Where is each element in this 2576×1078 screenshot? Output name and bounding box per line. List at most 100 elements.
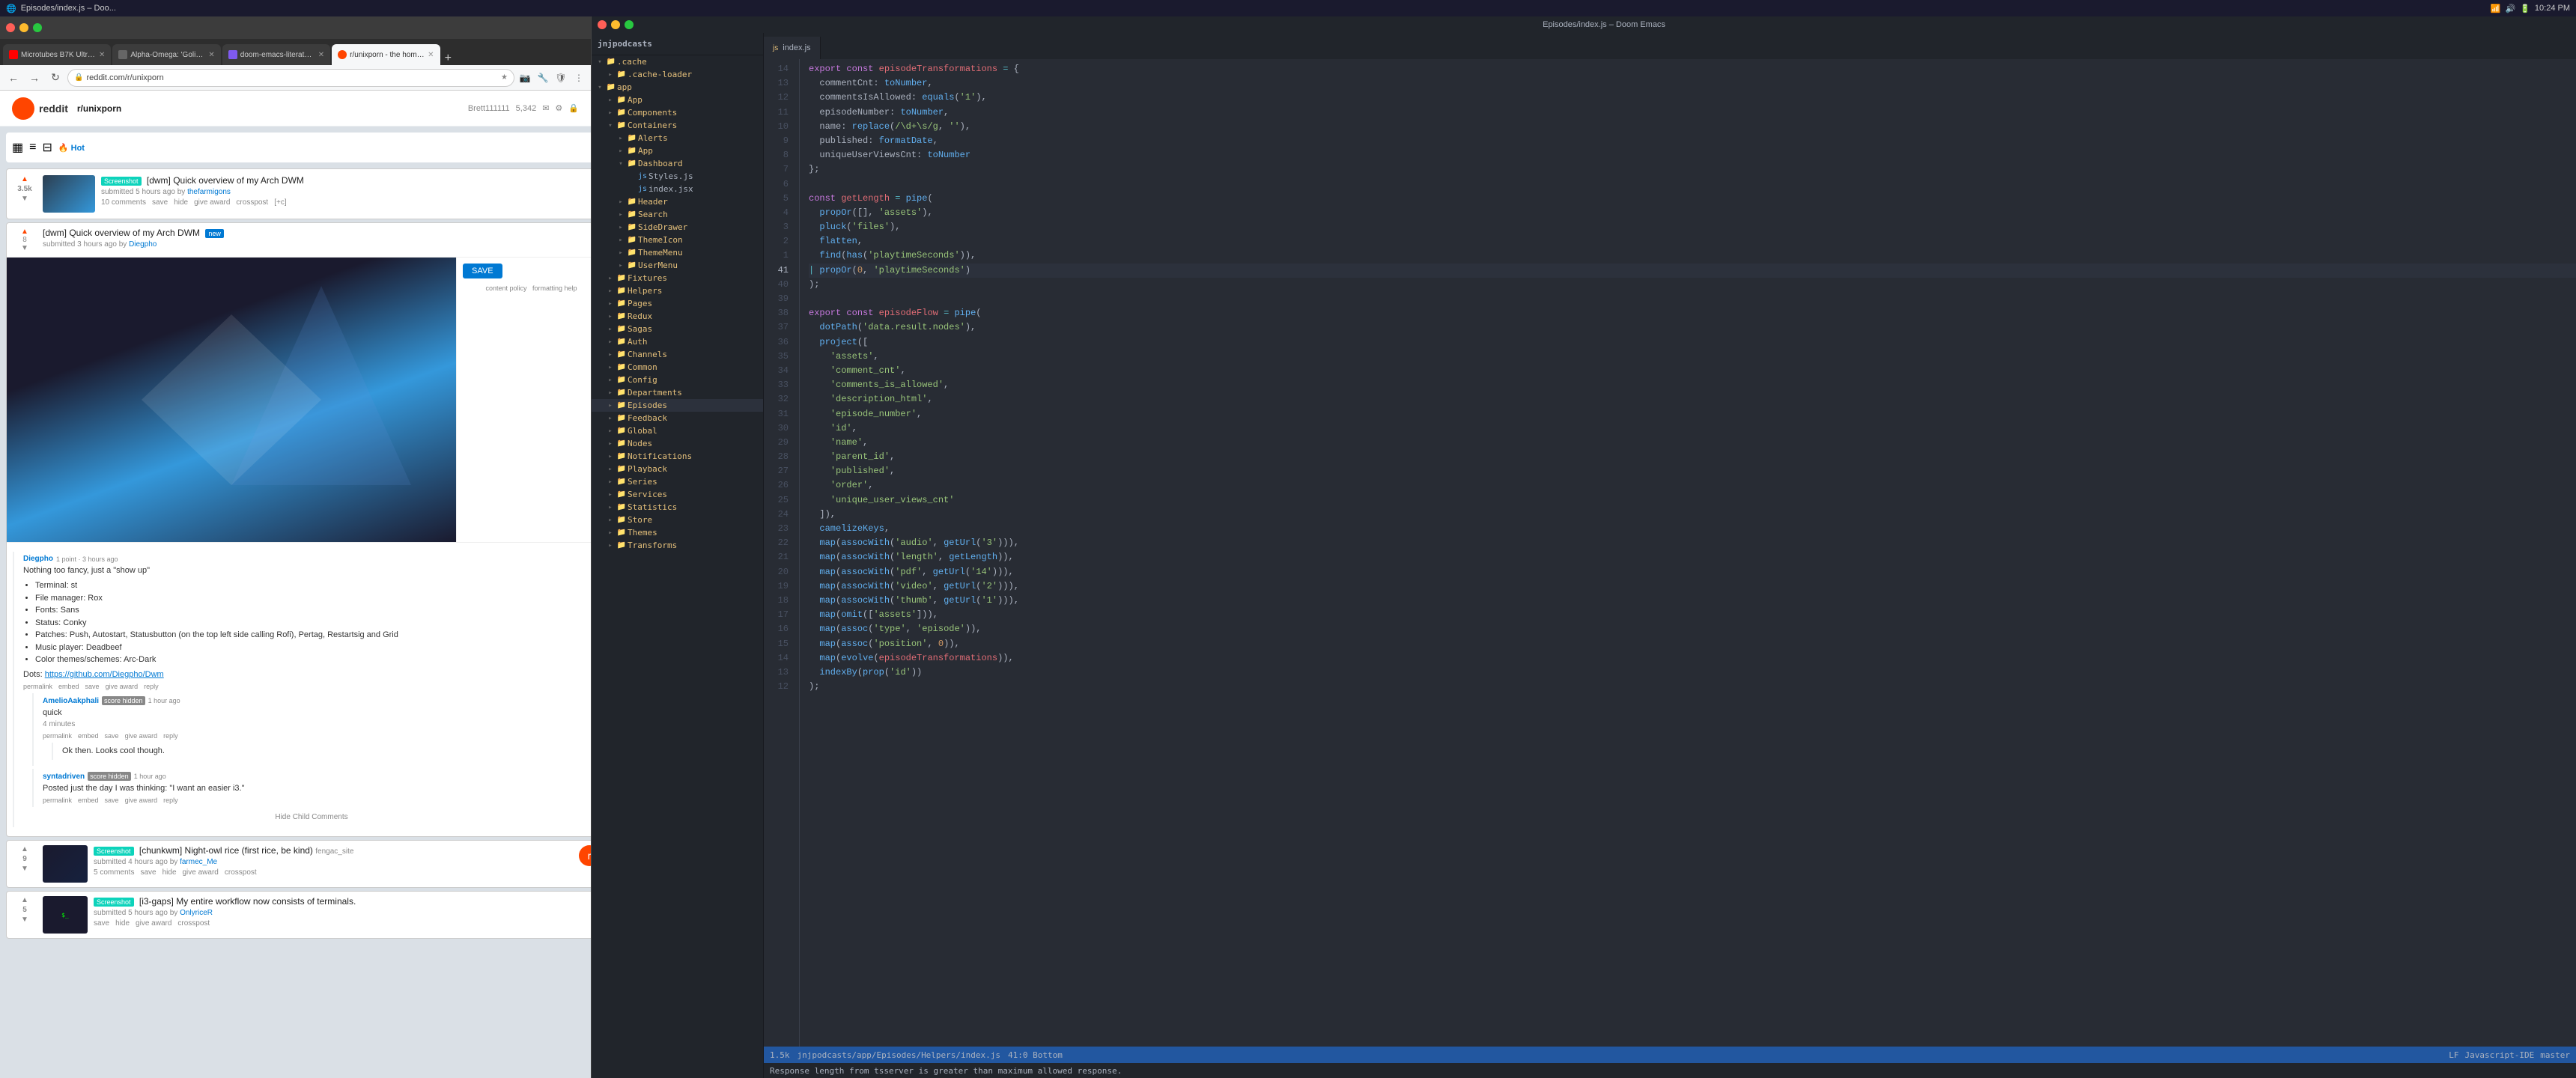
code-content[interactable]: 14 13 12 11 10 9 8 7 6 5 4 3 2 1 [764, 59, 2576, 1047]
tree-item-playback[interactable]: ▸ 📁 Playback [592, 463, 763, 475]
tree-item-notifications[interactable]: ▸ 📁 Notifications [592, 450, 763, 463]
view-card-icon[interactable]: ▦ [12, 140, 23, 155]
tab-alpha-omega[interactable]: Alpha-Omega: 'Goliatt... ✕ [112, 44, 220, 65]
address-bar[interactable]: 🔒 reddit.com/r/unixporn ★ [67, 69, 514, 87]
emacs-minimize-button[interactable] [611, 20, 620, 29]
extension-icon-3[interactable]: 🛡 [553, 70, 568, 85]
comment-author-diegpho[interactable]: Diegpho [23, 555, 53, 563]
back-button[interactable]: ← [4, 69, 22, 87]
expanded-collapse-icon[interactable]: ⤢ [590, 228, 591, 252]
extension-icon-2[interactable]: 🔧 [535, 70, 550, 85]
tree-item-thememenu[interactable]: ▸ 📁 ThemeMenu [592, 246, 763, 259]
settings-icon[interactable]: ⋮ [571, 70, 586, 85]
save-action-diegpho[interactable]: save [85, 683, 100, 690]
save-night-owl[interactable]: save [140, 868, 156, 877]
tree-item-themes[interactable]: ▸ 📁 Themes [592, 526, 763, 539]
comment-author-syntadriven[interactable]: syntadriven [43, 773, 85, 781]
tree-item-common[interactable]: ▸ 📁 Common [592, 361, 763, 374]
reply-amelio[interactable]: reply [163, 732, 178, 740]
give-award-syntadriven[interactable]: give award [125, 797, 158, 804]
tree-item-search[interactable]: ▸ 📁 Search [592, 208, 763, 221]
tree-item-nodes[interactable]: ▸ 📁 Nodes [592, 437, 763, 450]
emacs-close-button[interactable] [598, 20, 607, 29]
tree-item-containers-app[interactable]: ▸ 📁 App [592, 144, 763, 157]
tree-item-cache-loader[interactable]: ▸ 📁 .cache-loader [592, 68, 763, 81]
comment-author-amelio[interactable]: AmelioAakphali [43, 697, 99, 705]
tree-item-services[interactable]: ▸ 📁 Services [592, 488, 763, 501]
upvote-icon-i3gaps[interactable]: ▲ [21, 896, 28, 904]
save-syntadriven[interactable]: save [105, 797, 119, 804]
tree-item-alerts[interactable]: ▸ 📁 Alerts [592, 132, 763, 144]
reddit-logo[interactable]: reddit [12, 97, 68, 120]
tree-item-styles-js[interactable]: js Styles.js [592, 170, 763, 183]
tree-item-index-jsx[interactable]: js index.jsx [592, 183, 763, 195]
upvote-icon-night-owl[interactable]: ▲ [21, 845, 28, 853]
tab-reddit[interactable]: r/unixporn - the home... ✕ [332, 44, 440, 65]
tab-close-alpha-omega[interactable]: ✕ [208, 51, 214, 59]
minimize-window-button[interactable] [19, 23, 28, 32]
tree-item-cache[interactable]: ▾ 📁 .cache [592, 55, 763, 68]
tree-item-themeicon[interactable]: ▸ 📁 ThemeIcon [592, 234, 763, 246]
tree-item-fixtures[interactable]: ▸ 📁 Fixtures [592, 272, 763, 284]
save-link-1[interactable]: save [152, 198, 168, 207]
emacs-maximize-button[interactable] [625, 20, 634, 29]
save-amelio[interactable]: save [105, 732, 119, 740]
reply-action-diegpho[interactable]: reply [144, 683, 159, 690]
sort-hot-button[interactable]: 🔥 Hot [58, 143, 85, 153]
tree-item-app[interactable]: ▾ 📁 app [592, 81, 763, 94]
tree-item-app-app[interactable]: ▸ 📁 App [592, 94, 763, 106]
view-list-icon[interactable]: ≡ [29, 141, 36, 154]
post-night-owl[interactable]: ▲ 9 ▼ Screenshot [chunkwm] Night-owl ric… [6, 840, 591, 888]
dots-url[interactable]: https://github.com/Diegpho/Dwm [45, 670, 164, 679]
downvote-icon-i3gaps[interactable]: ▼ [21, 916, 28, 924]
new-tab-button[interactable]: + [442, 52, 455, 65]
more-link-1[interactable]: [+c] [274, 198, 286, 207]
maximize-window-button[interactable] [33, 23, 42, 32]
hide-i3gaps[interactable]: hide [115, 919, 130, 928]
give-award-link-1[interactable]: give award [194, 198, 230, 207]
embed-syntadriven[interactable]: embed [78, 797, 99, 804]
inbox-icon[interactable]: ✉ [542, 103, 549, 113]
expand-icon-1[interactable]: ⤢ [590, 175, 591, 213]
hide-comments-button[interactable]: Hide Child Comments [23, 810, 591, 824]
settings-icon[interactable]: ⚙ [555, 103, 562, 113]
tree-item-channels[interactable]: ▸ 📁 Channels [592, 348, 763, 361]
editor-tab-index-js[interactable]: js index.js [764, 37, 821, 59]
tree-item-departments[interactable]: ▸ 📁 Departments [592, 386, 763, 399]
tree-item-redux[interactable]: ▸ 📁 Redux [592, 310, 763, 323]
tab-close-doom-emacs[interactable]: ✕ [318, 51, 324, 59]
tree-item-helpers[interactable]: ▸ 📁 Helpers [592, 284, 763, 297]
give-award-i3gaps[interactable]: give award [136, 919, 171, 928]
tree-item-usermenu[interactable]: ▸ 📁 UserMenu [592, 259, 763, 272]
give-award-amelio[interactable]: give award [125, 732, 158, 740]
crosspost-i3gaps[interactable]: crosspost [177, 919, 210, 928]
tree-item-store[interactable]: ▸ 📁 Store [592, 514, 763, 526]
tree-item-pages[interactable]: ▸ 📁 Pages [592, 297, 763, 310]
tree-item-components[interactable]: ▸ 📁 Components [592, 106, 763, 119]
tree-item-containers[interactable]: ▾ 📁 Containers [592, 119, 763, 132]
subreddit-name[interactable]: r/unixporn [77, 103, 121, 114]
tree-item-transforms[interactable]: ▸ 📁 Transforms [592, 539, 763, 552]
tree-item-global[interactable]: ▸ 📁 Global [592, 424, 763, 437]
give-award-night-owl[interactable]: give award [183, 868, 219, 877]
tab-close-reddit[interactable]: ✕ [428, 51, 434, 59]
tree-item-dashboard[interactable]: ▾ 📁 Dashboard [592, 157, 763, 170]
close-window-button[interactable] [6, 23, 15, 32]
tree-item-config[interactable]: ▸ 📁 Config [592, 374, 763, 386]
tree-item-header[interactable]: ▸ 📁 Header [592, 195, 763, 208]
reply-syntadriven[interactable]: reply [163, 797, 178, 804]
downvote-icon-1[interactable]: ▼ [21, 195, 28, 203]
post-i3gaps[interactable]: ▲ 5 ▼ $_ Screenshot [i3-gaps] My entire … [6, 891, 591, 939]
comments-link-1[interactable]: 10 comments [101, 198, 146, 207]
hide-night-owl[interactable]: hide [162, 868, 177, 877]
tab-close-microtubes[interactable]: ✕ [99, 51, 105, 59]
save-post-button[interactable]: SAVE [463, 264, 502, 278]
tree-item-auth[interactable]: ▸ 📁 Auth [592, 335, 763, 348]
embed-amelio[interactable]: embed [78, 732, 99, 740]
tree-item-sidedrawer[interactable]: ▸ 📁 SideDrawer [592, 221, 763, 234]
save-i3gaps[interactable]: save [94, 919, 109, 928]
comments-night-owl[interactable]: 5 comments [94, 868, 134, 877]
post-item-1[interactable]: ▲ 3.5k ▼ Screenshot [dwm] Quick overview… [6, 168, 591, 219]
reload-button[interactable]: ↻ [46, 69, 64, 87]
upvote-icon-1[interactable]: ▲ [21, 175, 28, 183]
